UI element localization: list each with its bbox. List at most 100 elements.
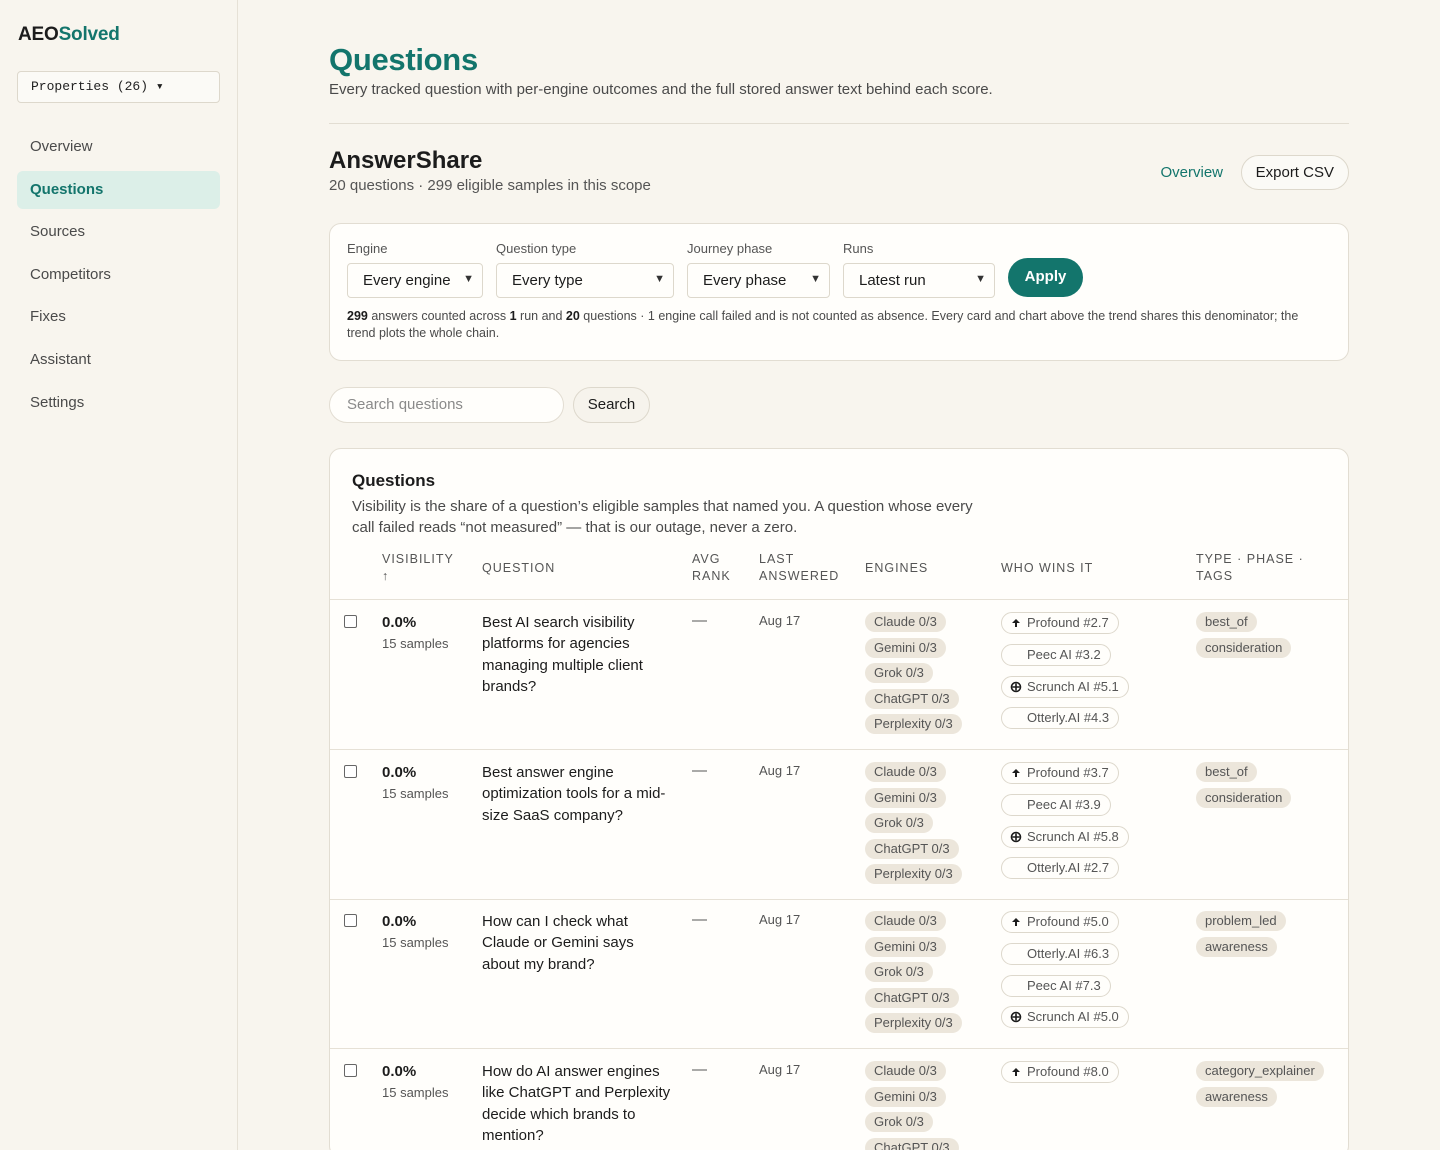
competitor-rank-badge[interactable]: Otterly.AI #4.3 [1001,707,1120,730]
sidebar-item-competitors[interactable]: Competitors [17,256,220,294]
sort-arrow-icon: ↑ [382,569,390,583]
col-header-last-label: LAST [759,552,795,566]
competitor-rank-badge[interactable]: Scrunch AI #5.1 [1001,675,1129,698]
sidebar-item-sources[interactable]: Sources [17,213,220,251]
engine-outcome-badge: Claude 0/3 [865,911,946,931]
search-button[interactable]: Search [573,387,650,423]
engine-select[interactable]: Every engine ▼ [347,263,483,298]
tag-badge[interactable]: best_of [1196,612,1257,632]
phase-select[interactable]: Every phase ▼ [687,263,830,298]
phase-select-value: Every phase [703,272,787,289]
competitor-rank-label: Profound #2.7 [1027,615,1109,630]
competitor-rank-label: Profound #3.7 [1027,765,1109,780]
competitor-rank-badge[interactable]: Profound #3.7 [1001,762,1119,784]
tag-badge[interactable]: best_of [1196,762,1257,782]
competitor-rank-label: Scrunch AI #5.8 [1027,828,1119,844]
sidebar-item-settings[interactable]: Settings [17,384,220,422]
row-checkbox[interactable] [344,615,357,628]
note-text: answers counted across [367,309,510,323]
samples-count: 15 samples [382,786,449,801]
tag-badge[interactable]: consideration [1196,638,1292,658]
profound-logo-icon [1012,918,1020,926]
question-text[interactable]: How do AI answer engines like ChatGPT an… [482,1061,672,1146]
sidebar-item-fixes[interactable]: Fixes [17,298,220,336]
competitor-rank-label: Scrunch AI #5.0 [1027,1009,1119,1025]
table-row[interactable]: 0.0% 15 samples How can I check what Claud… [330,899,1348,1049]
competitor-rank-label: Otterly.AI #4.3 [1027,710,1110,726]
runs-select[interactable]: Latest run ▼ [843,263,995,298]
samples-count: 15 samples [382,935,449,950]
profound-logo-icon [1012,619,1020,627]
question-text[interactable]: Best AI search visibility platforms for … [482,612,672,697]
row-checkbox[interactable] [344,1064,357,1077]
overview-link[interactable]: Overview [1160,164,1223,181]
table-description: Visibility is the share of a question’s … [352,498,973,536]
type-filter-label: Question type [496,241,577,256]
scope-subtitle: 20 questions · 299 eligible samples in t… [329,177,651,194]
question-text[interactable]: How can I check what Claude or Gemini sa… [482,911,672,975]
engine-outcome-badge: Gemini 0/3 [865,637,946,658]
type-select[interactable]: Every type ▼ [496,263,674,298]
page-subtitle: Every tracked question with per-engine o… [329,81,993,98]
col-header-rank-label: RANK [692,569,731,583]
tag-badge[interactable]: awareness [1196,1087,1277,1107]
engine-filter-label: Engine [347,241,388,256]
questions-table-card: Questions Visibility is the share of a q… [329,448,1349,1150]
table-row[interactable]: 0.0% 15 samples Best AI search visibility … [330,600,1348,750]
competitor-rank-badge[interactable]: Profound #8.0 [1001,1061,1119,1083]
denominator-note: 299 answers counted across 1 run and 20 … [347,308,1307,342]
col-header-visibility[interactable]: VISIBILITY ↑ [382,551,454,585]
scrunch-logo-icon [1010,681,1022,692]
page-title: Questions [329,42,478,77]
engine-outcome-badge: Grok 0/3 [865,663,933,683]
sidebar-item-questions[interactable]: Questions [17,170,220,209]
competitor-rank-badge[interactable]: Otterly.AI #6.3 [1001,942,1120,965]
engine-outcome-badge: Gemini 0/3 [865,787,946,808]
competitor-rank-badge[interactable]: Peec AI #3.2 [1001,643,1111,666]
phase-filter-label: Journey phase [687,241,773,256]
competitor-rank-label: Peec AI #3.9 [1027,796,1101,812]
table-row[interactable]: 0.0% 15 samples How do AI answer engines l… [330,1049,1348,1150]
table-row[interactable]: 0.0% 15 samples Best answer engine optimiz… [330,750,1348,900]
chevron-down-icon: ▼ [810,273,821,285]
tag-badge[interactable]: awareness [1196,937,1277,957]
scrunch-logo-icon [1010,831,1022,842]
avg-rank-value: — [692,911,707,928]
scrunch-logo-icon [1010,1012,1022,1023]
engine-outcome-badge: ChatGPT 0/3 [865,838,959,859]
competitor-rank-badge[interactable]: Scrunch AI #5.0 [1001,1006,1129,1029]
visibility-value: 0.0% [382,764,417,781]
last-answered-date: Aug 17 [759,763,801,778]
tag-badge[interactable]: consideration [1196,788,1292,808]
tag-badge[interactable]: category_explainer [1196,1061,1324,1081]
apply-button[interactable]: Apply [1008,258,1083,297]
competitor-rank-label: Profound #8.0 [1027,1064,1109,1079]
question-text[interactable]: Best answer engine optimization tools fo… [482,762,672,826]
runs-select-value: Latest run [859,272,926,289]
visibility-value: 0.0% [382,1063,417,1080]
scope-title: AnswerShare [329,147,483,174]
competitor-rank-badge[interactable]: Profound #5.0 [1001,911,1119,933]
profound-logo-icon [1012,1068,1020,1076]
engine-outcome-badge: Grok 0/3 [865,962,933,982]
row-checkbox[interactable] [344,765,357,778]
sidebar-item-assistant[interactable]: Assistant [17,341,220,379]
col-header-engines: ENGINES [865,561,929,575]
competitor-rank-badge[interactable]: Otterly.AI #2.7 [1001,857,1120,880]
competitor-rank-badge[interactable]: Scrunch AI #5.8 [1001,825,1129,848]
brand-logo[interactable]: AEOSolved [18,24,120,46]
engine-outcome-badge: Claude 0/3 [865,1061,946,1081]
search-input[interactable]: Search questions [329,387,564,423]
row-checkbox[interactable] [344,914,357,927]
property-select[interactable]: Properties (26) ▾ [17,71,220,103]
competitor-rank-label: Peec AI #3.2 [1027,646,1101,662]
tag-badge[interactable]: problem_led [1196,911,1286,931]
competitor-rank-badge[interactable]: Profound #2.7 [1001,612,1119,634]
header-divider [329,123,1349,124]
competitor-rank-badge[interactable]: Peec AI #3.9 [1001,793,1111,816]
export-csv-button[interactable]: Export CSV [1240,155,1349,190]
samples-count: 15 samples [382,636,449,651]
avg-rank-value: — [692,1061,707,1078]
sidebar-item-overview[interactable]: Overview [17,128,220,166]
competitor-rank-badge[interactable]: Peec AI #7.3 [1001,974,1111,997]
